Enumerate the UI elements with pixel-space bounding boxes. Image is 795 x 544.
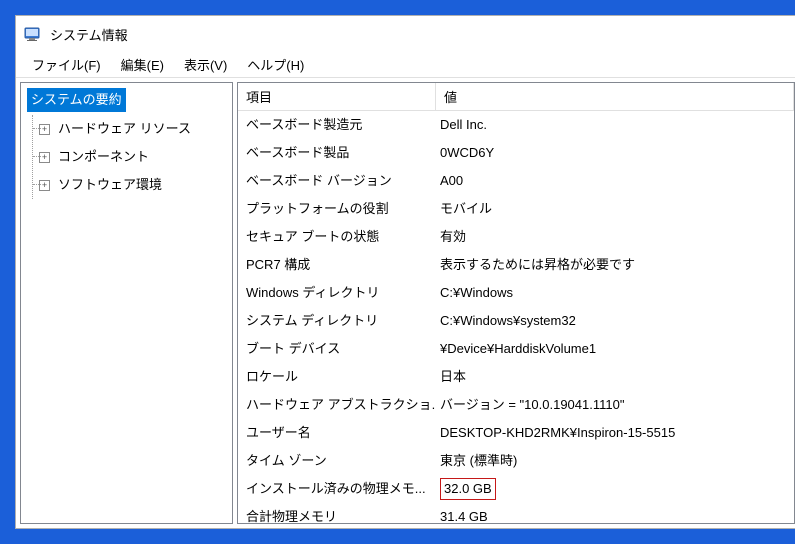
tree-item-label: コンポーネント — [56, 143, 151, 171]
cell-key: セキュア ブートの状態 — [238, 223, 436, 251]
table-row[interactable]: ブート デバイス¥Device¥HarddiskVolume1 — [238, 335, 794, 363]
menu-view[interactable]: 表示(V) — [174, 52, 237, 77]
tree-item-label: ハードウェア リソース — [56, 115, 193, 143]
tree-item-software-environment[interactable]: + ソフトウェア環境 — [33, 171, 232, 199]
cell-value: 32.0 GB — [436, 475, 794, 503]
table-row[interactable]: プラットフォームの役割モバイル — [238, 195, 794, 223]
expand-icon[interactable]: + — [39, 180, 50, 191]
cell-value: C:¥Windows — [436, 279, 794, 307]
details-panel: 項目 値 ベースボード製造元Dell Inc.ベースボード製品0WCD6Yベース… — [237, 82, 795, 524]
cell-value: 表示するためには昇格が必要です — [436, 251, 794, 279]
cell-key: インストール済みの物理メモ... — [238, 475, 436, 503]
app-icon — [24, 25, 42, 43]
table-row[interactable]: ベースボード バージョンA00 — [238, 167, 794, 195]
system-info-window: システム情報 ファイル(F) 編集(E) 表示(V) ヘルプ(H) システムの要… — [15, 15, 795, 529]
tree-children: + ハードウェア リソース + コンポーネント + ソフトウェア環境 — [32, 115, 232, 199]
tree-item-hardware-resources[interactable]: + ハードウェア リソース — [33, 115, 232, 143]
cell-key: システム ディレクトリ — [238, 307, 436, 335]
header-key[interactable]: 項目 — [238, 83, 436, 110]
header-value[interactable]: 値 — [436, 83, 794, 110]
table-row[interactable]: ベースボード製造元Dell Inc. — [238, 111, 794, 139]
content-area: システムの要約 + ハードウェア リソース + コンポーネント + ソフトウェア… — [16, 78, 795, 528]
menu-help[interactable]: ヘルプ(H) — [237, 52, 314, 77]
menubar: ファイル(F) 編集(E) 表示(V) ヘルプ(H) — [16, 52, 795, 78]
cell-value: モバイル — [436, 195, 794, 223]
cell-key: ベースボード製造元 — [238, 111, 436, 139]
cell-value: 31.4 GB — [436, 503, 794, 524]
cell-value: 東京 (標準時) — [436, 447, 794, 475]
table-row[interactable]: セキュア ブートの状態有効 — [238, 223, 794, 251]
cell-key: ハードウェア アブストラクショ... — [238, 391, 436, 419]
cell-key: タイム ゾーン — [238, 447, 436, 475]
table-header: 項目 値 — [238, 83, 794, 111]
cell-value: C:¥Windows¥system32 — [436, 307, 794, 335]
cell-value: Dell Inc. — [436, 111, 794, 139]
cell-key: プラットフォームの役割 — [238, 195, 436, 223]
table-row[interactable]: システム ディレクトリC:¥Windows¥system32 — [238, 307, 794, 335]
tree-item-components[interactable]: + コンポーネント — [33, 143, 232, 171]
tree-root-system-summary[interactable]: システムの要約 — [21, 85, 232, 115]
cell-value: 0WCD6Y — [436, 139, 794, 167]
window-title: システム情報 — [50, 25, 128, 44]
titlebar[interactable]: システム情報 — [16, 16, 795, 52]
table-row[interactable]: PCR7 構成表示するためには昇格が必要です — [238, 251, 794, 279]
cell-key: ブート デバイス — [238, 335, 436, 363]
menu-file[interactable]: ファイル(F) — [22, 52, 111, 77]
cell-value: バージョン = "10.0.19041.1110" — [436, 391, 794, 419]
table-row[interactable]: 合計物理メモリ31.4 GB — [238, 503, 794, 524]
table-row[interactable]: ロケール日本 — [238, 363, 794, 391]
table-row[interactable]: ベースボード製品0WCD6Y — [238, 139, 794, 167]
cell-value: 有効 — [436, 223, 794, 251]
tree-root-label: システムの要約 — [27, 88, 126, 112]
cell-value: DESKTOP-KHD2RMK¥Inspiron-15-5515 — [436, 419, 794, 447]
table-row[interactable]: ハードウェア アブストラクショ...バージョン = "10.0.19041.11… — [238, 391, 794, 419]
cell-key: ベースボード製品 — [238, 139, 436, 167]
table-row[interactable]: ユーザー名DESKTOP-KHD2RMK¥Inspiron-15-5515 — [238, 419, 794, 447]
cell-key: 合計物理メモリ — [238, 503, 436, 524]
table-row[interactable]: Windows ディレクトリC:¥Windows — [238, 279, 794, 307]
tree-item-label: ソフトウェア環境 — [56, 171, 164, 199]
menu-edit[interactable]: 編集(E) — [111, 52, 174, 77]
cell-key: ベースボード バージョン — [238, 167, 436, 195]
expand-icon[interactable]: + — [39, 152, 50, 163]
cell-key: Windows ディレクトリ — [238, 279, 436, 307]
cell-value: A00 — [436, 167, 794, 195]
cell-value: ¥Device¥HarddiskVolume1 — [436, 335, 794, 363]
cell-key: ロケール — [238, 363, 436, 391]
table-row[interactable]: タイム ゾーン東京 (標準時) — [238, 447, 794, 475]
expand-icon[interactable]: + — [39, 124, 50, 135]
highlighted-value: 32.0 GB — [440, 478, 496, 500]
cell-key: PCR7 構成 — [238, 251, 436, 279]
cell-value: 日本 — [436, 363, 794, 391]
table-row[interactable]: インストール済みの物理メモ...32.0 GB — [238, 475, 794, 503]
cell-key: ユーザー名 — [238, 419, 436, 447]
table-body[interactable]: ベースボード製造元Dell Inc.ベースボード製品0WCD6Yベースボード バ… — [238, 111, 794, 524]
tree-panel[interactable]: システムの要約 + ハードウェア リソース + コンポーネント + ソフトウェア… — [20, 82, 233, 524]
